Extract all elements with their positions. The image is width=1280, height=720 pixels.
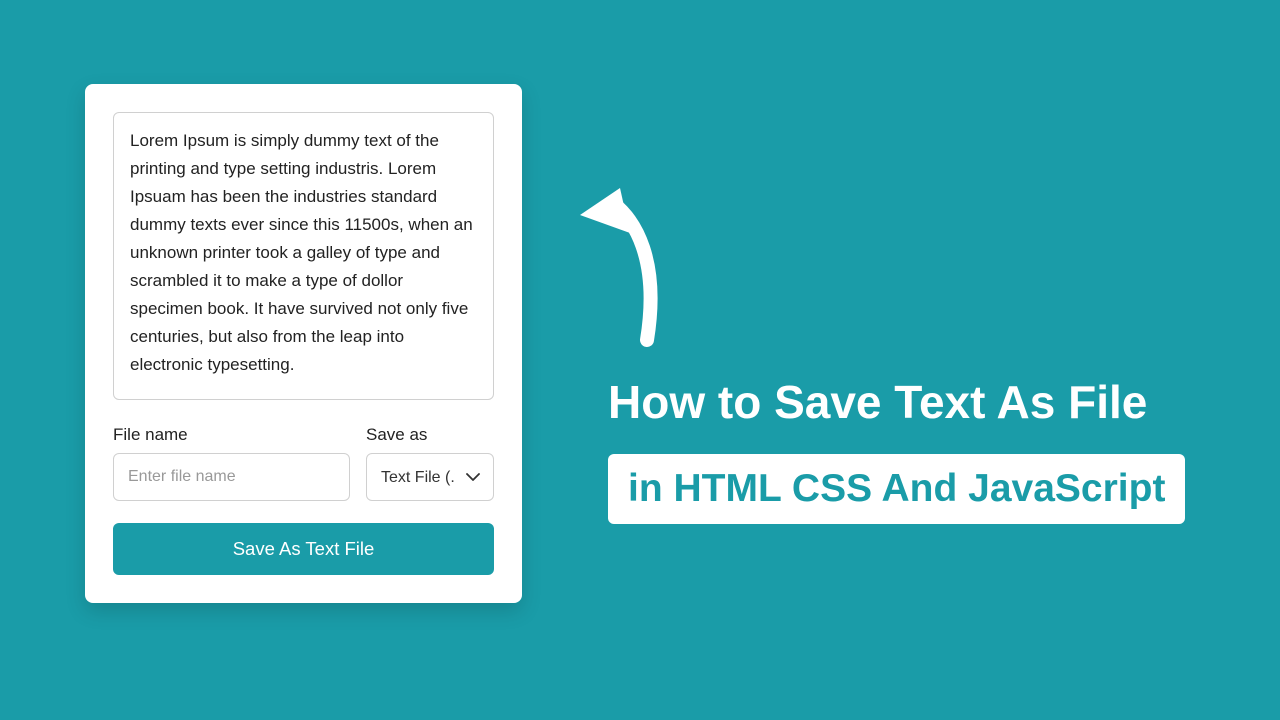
saveas-label: Save as — [366, 425, 494, 445]
content-textarea[interactable] — [113, 112, 494, 400]
title-main: How to Save Text As File — [608, 375, 1228, 430]
saveas-select-wrap: Text File (.txt) — [366, 453, 494, 501]
options-row: File name Save as Text File (.txt) — [113, 425, 494, 501]
filename-col: File name — [113, 425, 350, 501]
title-badge: in HTML CSS And JavaScript — [608, 454, 1185, 524]
save-file-card: File name Save as Text File (.txt) Save … — [85, 84, 522, 603]
title-block: How to Save Text As File in HTML CSS And… — [608, 375, 1228, 524]
saveas-col: Save as Text File (.txt) — [366, 425, 494, 501]
save-button[interactable]: Save As Text File — [113, 523, 494, 575]
curved-arrow-icon — [575, 175, 690, 355]
saveas-select[interactable]: Text File (.txt) — [366, 453, 494, 501]
filename-input[interactable] — [113, 453, 350, 501]
filename-label: File name — [113, 425, 350, 445]
